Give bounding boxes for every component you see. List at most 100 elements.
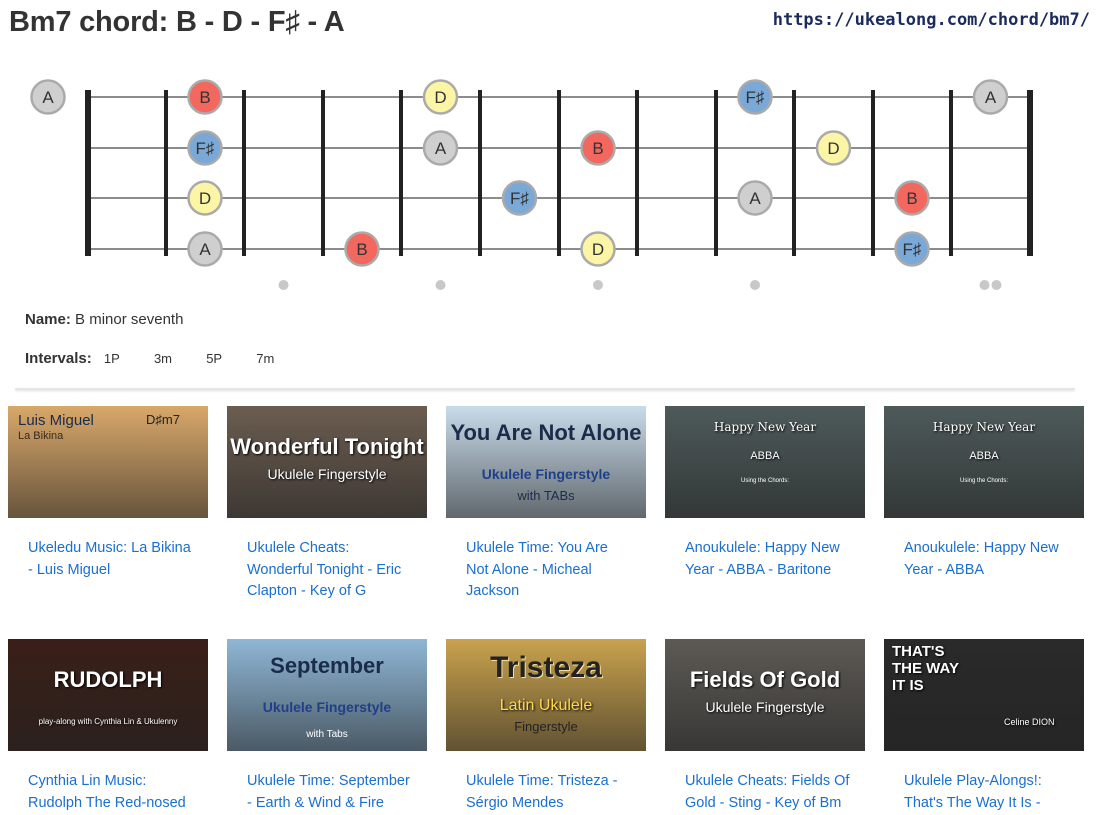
video-card[interactable]: September Ukulele Fingerstyle with Tabs Uku… xyxy=(227,639,427,814)
video-thumbnail[interactable]: Wonderful Tonight Ukulele Fingerstyle xyxy=(227,406,427,518)
chord-note: A xyxy=(972,79,1009,115)
note-label: F♯ xyxy=(903,240,922,259)
video-link[interactable]: Ukulele Time: September - Earth & Wind &… xyxy=(227,771,412,814)
note-label: D xyxy=(434,88,446,107)
chord-name-row: Name: B minor seventh xyxy=(25,311,183,328)
thumbnail-subtitle: Celine DION xyxy=(1004,717,1055,727)
fret-marker xyxy=(435,280,446,290)
fret-marker xyxy=(979,280,990,290)
name-label: Name: xyxy=(25,311,71,328)
video-thumbnail[interactable]: RUDOLPH play-along with Cynthia Lin & Uku… xyxy=(8,639,208,751)
note-label: D xyxy=(827,139,839,158)
video-link[interactable]: Ukulele Cheats: Wonderful Tonight - Eric… xyxy=(227,538,412,603)
video-card[interactable]: Happy New Year ABBA Using the Chords: Anouk… xyxy=(884,406,1084,581)
thumbnail-title: You Are Not Alone xyxy=(450,420,642,445)
video-card[interactable]: THAT'S THE WAY IT IS Celine DION Ukulele P… xyxy=(884,639,1084,814)
thumbnail-title: Happy New Year xyxy=(713,420,817,434)
note-label: A xyxy=(985,88,997,107)
thumbnail-extra: with Tabs xyxy=(306,729,348,740)
note-label: B xyxy=(199,88,210,107)
chord-note: F♯ xyxy=(501,180,538,216)
chord-title: Bm7 chord: B - D - F♯ - A xyxy=(9,6,345,38)
page-url[interactable]: https://ukealong.com/chord/bm7/ xyxy=(773,10,1090,30)
thumbnail-title: Happy New Year xyxy=(932,420,1036,434)
video-thumbnail[interactable]: Tristeza Latin Ukulele Fingerstyle xyxy=(446,639,646,751)
note-label: F♯ xyxy=(196,139,215,158)
video-link[interactable]: Ukulele Time: You Are Not Alone - Michea… xyxy=(446,538,631,603)
video-thumbnail[interactable]: Happy New Year ABBA Using the Chords: xyxy=(884,406,1084,518)
thumbnail-subtitle: La Bikina xyxy=(18,430,64,442)
chord-note: A xyxy=(422,130,459,166)
note-label: F♯ xyxy=(746,88,765,107)
interval-item: 7m xyxy=(256,351,275,366)
intervals-row: Intervals: 1P 3m 5P 7m xyxy=(25,350,296,367)
thumbnail-subtitle: ABBA xyxy=(750,450,780,462)
chord-note: F♯ xyxy=(894,231,930,267)
note-label: A xyxy=(199,240,211,259)
chord-note: B xyxy=(344,231,380,267)
chord-note: A xyxy=(30,79,66,115)
thumbnail-subtitle: Latin Ukulele xyxy=(499,697,593,714)
note-label: B xyxy=(592,139,603,158)
note-label: B xyxy=(906,189,917,208)
video-link[interactable]: Ukeledu Music: La Bikina - Luis Miguel xyxy=(8,538,193,581)
video-link[interactable]: Anoukulele: Happy New Year - ABBA xyxy=(884,538,1069,581)
video-card[interactable]: Fields Of Gold Ukulele Fingerstyle Ukulele… xyxy=(665,639,865,814)
chord-note: D xyxy=(422,79,459,115)
video-thumbnail[interactable]: You Are Not Alone Ukulele Fingerstyle with… xyxy=(446,406,646,518)
thumbnail-title: Fields Of Gold xyxy=(689,667,841,692)
fret-marker xyxy=(750,280,760,290)
chord-note: F♯ xyxy=(187,130,223,166)
chord-note: A xyxy=(737,180,773,216)
thumbnail-extra: D♯m7 xyxy=(146,412,180,427)
thumbnail-title: Wonderful Tonight xyxy=(230,434,424,459)
video-link[interactable]: Ukulele Play-Alongs!: That's The Way It … xyxy=(884,771,1069,814)
video-thumbnail[interactable]: September Ukulele Fingerstyle with Tabs xyxy=(227,639,427,751)
video-thumbnail[interactable]: THAT'S THE WAY IT IS Celine DION xyxy=(884,639,1084,751)
thumbnail-extra: Using the Chords: xyxy=(959,478,1009,484)
chord-note: B xyxy=(894,180,930,216)
video-link[interactable]: Ukulele Cheats: Fields Of Gold - Sting -… xyxy=(665,771,850,814)
thumbnail-subtitle: Ukulele Fingerstyle xyxy=(267,466,387,482)
note-label: D xyxy=(592,240,604,259)
thumbnail-subtitle: Ukulele Fingerstyle xyxy=(481,466,611,482)
chord-note: D xyxy=(815,130,852,166)
thumbnail-subtitle: Ukulele Fingerstyle xyxy=(262,699,392,715)
chord-note: D xyxy=(580,231,616,267)
video-card[interactable]: RUDOLPH play-along with Cynthia Lin & Uku… xyxy=(8,639,208,814)
interval-item: 3m xyxy=(153,351,173,366)
thumbnail-extra: Using the Chords: xyxy=(740,478,790,484)
chord-note: B xyxy=(187,79,223,115)
video-card[interactable]: Tristeza Latin Ukulele Fingerstyle Ukulele … xyxy=(446,639,646,814)
note-label: F♯ xyxy=(510,189,529,208)
thumbnail-title: September xyxy=(270,653,384,678)
note-label: D xyxy=(199,189,211,208)
chord-note: B xyxy=(580,130,616,166)
fret-marker xyxy=(278,280,289,290)
ukulele-fretboard: A B D F♯ A F♯ A B D D F♯ A B A B D F♯ xyxy=(30,79,1033,290)
video-thumbnail[interactable]: Happy New Year ABBA Using the Chords: xyxy=(665,406,865,518)
chord-note: A xyxy=(187,231,223,267)
video-link[interactable]: Ukulele Time: Tristeza - Sérgio Mendes xyxy=(446,771,631,814)
name-value: B minor seventh xyxy=(75,311,184,328)
video-thumbnail[interactable]: Fields Of Gold Ukulele Fingerstyle xyxy=(665,639,865,751)
video-link[interactable]: Anoukulele: Happy New Year - ABBA - Bari… xyxy=(665,538,850,581)
thumbnail-title: THAT'S THE WAY IT IS xyxy=(892,643,959,694)
section-divider xyxy=(15,388,1075,390)
thumbnail-subtitle: ABBA xyxy=(969,450,999,462)
video-thumbnail[interactable]: Luis Miguel La Bikina D♯m7 xyxy=(8,406,208,518)
thumbnail-extra: Fingerstyle xyxy=(514,719,578,734)
interval-item: 1P xyxy=(103,351,120,366)
video-card[interactable]: You Are Not Alone Ukulele Fingerstyle with… xyxy=(446,406,646,603)
video-card[interactable]: Wonderful Tonight Ukulele Fingerstyle Ukul… xyxy=(227,406,427,603)
interval-item: 5P xyxy=(206,351,223,366)
thumbnail-subtitle: play-along with Cynthia Lin & Ukulenny xyxy=(38,717,178,726)
video-link[interactable]: Cynthia Lin Music: Rudolph The Red-nosed xyxy=(8,771,193,814)
note-label: B xyxy=(356,240,367,259)
fret-marker xyxy=(593,280,603,290)
note-label: A xyxy=(42,88,54,107)
chord-note: D xyxy=(187,180,223,216)
video-card[interactable]: Happy New Year ABBA Using the Chords: Anouk… xyxy=(665,406,865,581)
video-card[interactable]: Luis Miguel La Bikina D♯m7 Ukeledu Music: L… xyxy=(8,406,208,581)
intervals-label: Intervals: xyxy=(25,350,92,367)
